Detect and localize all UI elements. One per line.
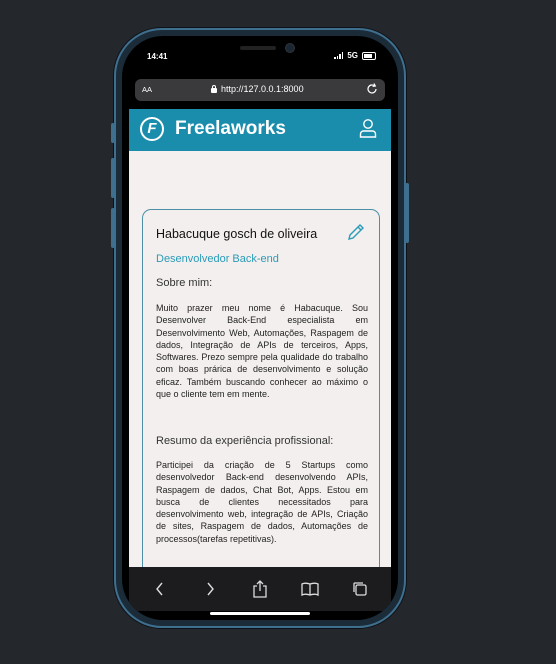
home-indicator[interactable]: [210, 612, 310, 615]
phone-frame: 14:41 5G AA http://127.0.0.1:8000 F Free…: [111, 28, 409, 628]
user-icon[interactable]: [359, 118, 377, 143]
battery-icon: [362, 51, 376, 60]
browser-toolbar: [129, 567, 391, 611]
url-display[interactable]: http://127.0.0.1:8000: [211, 84, 304, 94]
experience-text: Participei da criação de 5 Startups como…: [156, 460, 368, 544]
side-button: [405, 183, 409, 243]
back-icon[interactable]: [148, 578, 172, 600]
side-button: [111, 158, 115, 198]
text-size-button[interactable]: AA: [142, 85, 152, 94]
speaker: [240, 46, 276, 50]
profile-name: Habacuque gosch de oliveira: [156, 227, 318, 241]
camera: [286, 44, 294, 52]
tabs-icon[interactable]: [348, 578, 372, 600]
screen: 14:41 5G AA http://127.0.0.1:8000 F Free…: [122, 36, 398, 620]
reload-icon[interactable]: [365, 82, 379, 98]
page-content: Habacuque gosch de oliveira Desenvolvedo…: [129, 151, 391, 567]
profile-role: Desenvolvedor Back-end: [156, 253, 279, 265]
forward-icon[interactable]: [198, 578, 222, 600]
profile-card: Habacuque gosch de oliveira Desenvolvedo…: [142, 209, 380, 567]
status-indicators: 5G: [334, 51, 376, 60]
address-bar[interactable]: AA http://127.0.0.1:8000: [135, 79, 385, 101]
signal-icon: [334, 52, 344, 59]
app-header: F Freelaworks: [129, 109, 391, 151]
status-time: 14:41: [147, 52, 168, 61]
pencil-icon[interactable]: [346, 222, 366, 247]
side-button: [111, 208, 115, 248]
experience-heading: Resumo da experiência profissional:: [156, 435, 334, 447]
share-icon[interactable]: [248, 578, 272, 600]
side-button: [111, 123, 115, 143]
network-type: 5G: [347, 51, 358, 60]
logo-icon[interactable]: F: [140, 117, 164, 141]
about-heading: Sobre mim:: [156, 277, 213, 289]
about-text: Muito prazer meu nome é Habacuque. Sou D…: [156, 303, 368, 400]
lock-icon: [211, 84, 217, 93]
notch: [192, 36, 328, 62]
brand-name[interactable]: Freelaworks: [175, 118, 286, 140]
bookmarks-icon[interactable]: [298, 578, 322, 600]
url-text: http://127.0.0.1:8000: [221, 84, 304, 94]
